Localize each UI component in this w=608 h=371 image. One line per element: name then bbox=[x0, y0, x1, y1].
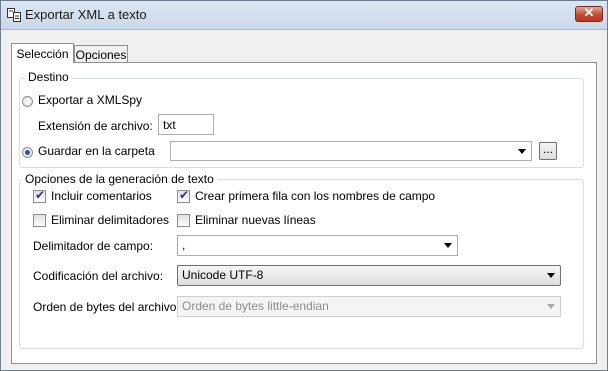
save-folder-combo[interactable] bbox=[170, 141, 532, 161]
extension-label: Extensión de archivo: bbox=[38, 119, 153, 133]
extension-input[interactable]: txt bbox=[158, 114, 214, 135]
include-comments-label[interactable]: Incluir comentarios bbox=[51, 189, 152, 203]
tab-opciones[interactable]: Opciones bbox=[74, 45, 128, 62]
export-xmlspy-label[interactable]: Exportar a XMLSpy bbox=[38, 93, 142, 107]
window-title: Exportar XML a texto bbox=[25, 7, 147, 22]
remove-delimiters-label[interactable]: Eliminar delimitadores bbox=[51, 213, 169, 227]
chevron-down-icon bbox=[444, 243, 452, 248]
destino-group-title: Destino bbox=[25, 70, 72, 84]
tab-opciones-label: Opciones bbox=[75, 48, 127, 62]
chevron-down-icon bbox=[518, 149, 526, 154]
tab-seleccion-label: Selección bbox=[16, 47, 69, 61]
field-delimiter-label: Delimitador de campo: bbox=[33, 239, 154, 253]
encoding-select[interactable]: Unicode UTF-8 bbox=[177, 265, 561, 286]
remove-newlines-checkbox[interactable] bbox=[177, 214, 190, 227]
browse-button[interactable]: ... bbox=[539, 142, 557, 160]
byte-order-select: Orden de bytes little-endian bbox=[177, 296, 561, 317]
include-comments-checkbox[interactable] bbox=[33, 188, 46, 203]
tab-panel: Destino Exportar a XMLSpy Extensión de a… bbox=[11, 62, 597, 364]
encoding-value: Unicode UTF-8 bbox=[182, 268, 264, 282]
remove-delimiters-checkbox[interactable] bbox=[33, 214, 46, 227]
close-icon: ✕ bbox=[583, 5, 595, 20]
byte-order-label: Orden de bytes del archivo: bbox=[33, 300, 180, 314]
remove-newlines-label[interactable]: Eliminar nuevas líneas bbox=[195, 213, 316, 227]
close-button[interactable]: ✕ bbox=[575, 5, 603, 22]
chevron-down-icon bbox=[547, 304, 555, 309]
byte-order-value: Orden de bytes little-endian bbox=[182, 299, 329, 313]
app-icon bbox=[7, 8, 21, 22]
dialog-window: Exportar XML a texto ✕ Selección Opcione… bbox=[0, 0, 608, 371]
save-folder-radio[interactable] bbox=[22, 147, 33, 158]
field-delimiter-value: , bbox=[182, 238, 186, 252]
chevron-down-icon bbox=[547, 273, 555, 278]
first-row-label[interactable]: Crear primera fila con los nombres de ca… bbox=[195, 189, 435, 203]
tab-seleccion[interactable]: Selección bbox=[11, 43, 74, 63]
first-row-checkbox[interactable] bbox=[177, 188, 190, 203]
encoding-label: Codificación del archivo: bbox=[33, 269, 164, 283]
text-options-group: Opciones de la generación de texto Inclu… bbox=[19, 172, 584, 349]
export-xmlspy-radio[interactable] bbox=[22, 96, 33, 107]
text-options-group-title: Opciones de la generación de texto bbox=[22, 172, 217, 186]
destino-group: Destino Exportar a XMLSpy Extensión de a… bbox=[19, 70, 584, 168]
title-bar[interactable]: Exportar XML a texto ✕ bbox=[1, 1, 607, 30]
field-delimiter-combo[interactable]: , bbox=[177, 235, 458, 256]
save-folder-label[interactable]: Guardar en la carpeta bbox=[38, 144, 155, 158]
